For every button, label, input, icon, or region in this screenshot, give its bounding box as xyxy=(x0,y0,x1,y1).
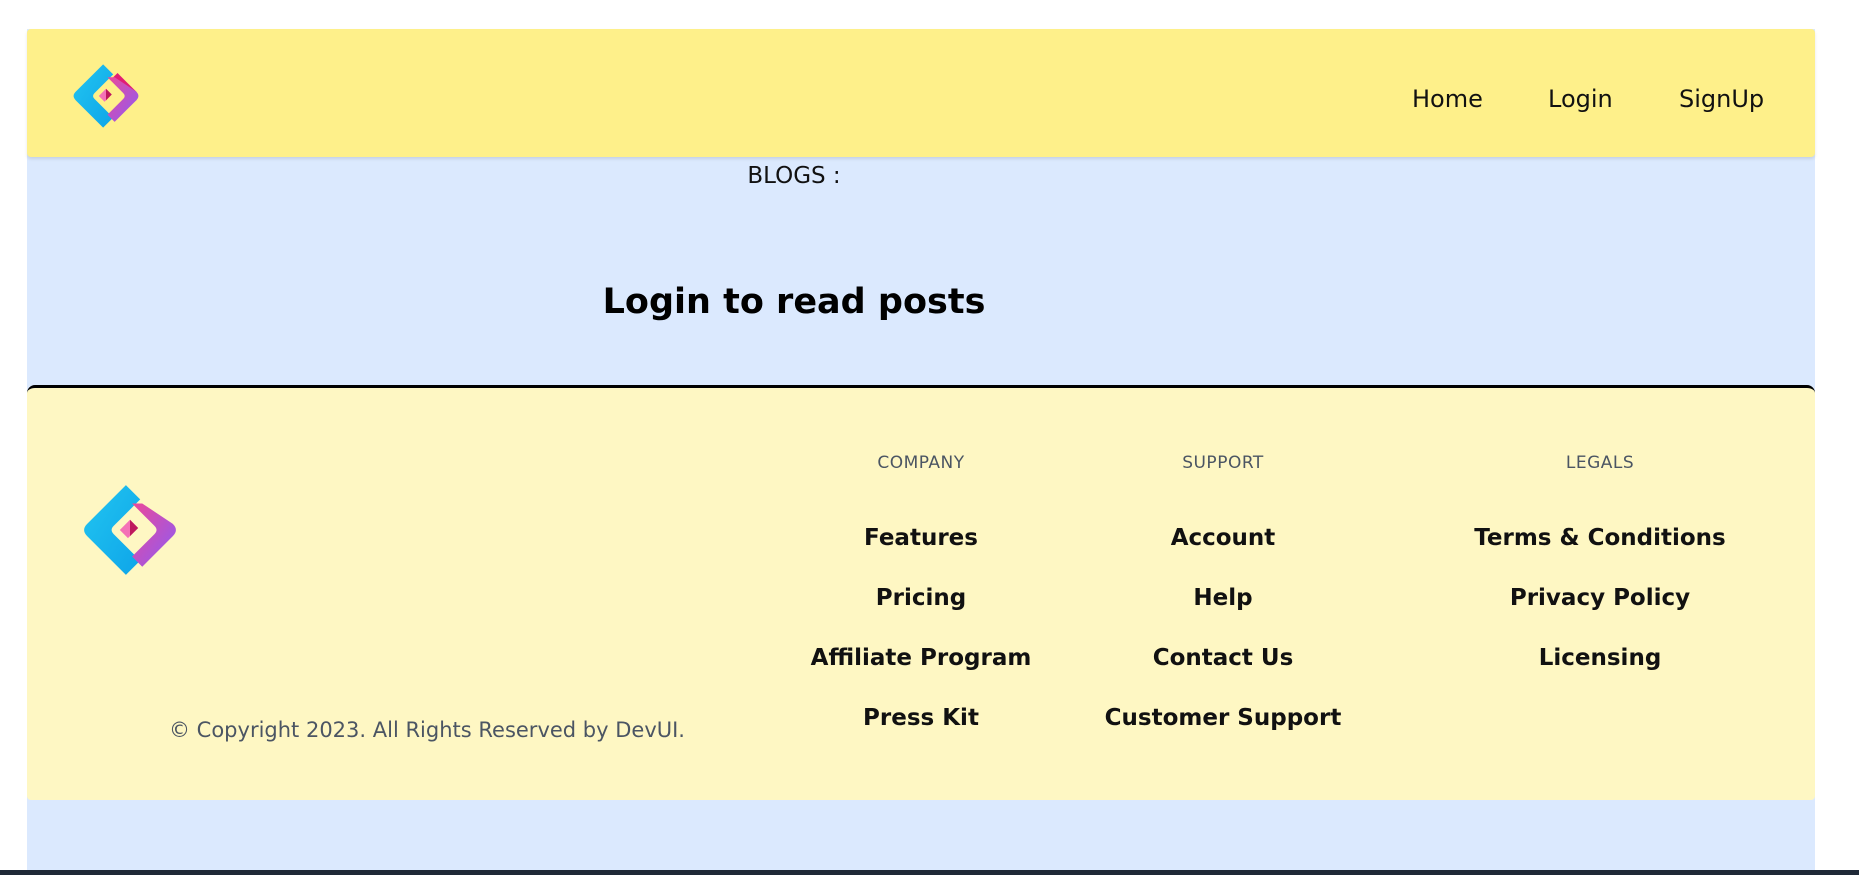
nav-login-link[interactable]: Login xyxy=(1548,85,1613,113)
copyright-text: © Copyright 2023. All Rights Reserved by… xyxy=(169,718,685,742)
app-root: Home Login SignUp BLOGS : Login to read … xyxy=(0,0,1859,875)
footer-link-customer-support[interactable]: Customer Support xyxy=(1073,704,1373,764)
footer-link-pricing[interactable]: Pricing xyxy=(771,584,1071,644)
footer-link-privacy-policy[interactable]: Privacy Policy xyxy=(1450,584,1750,644)
footer-link-account[interactable]: Account xyxy=(1073,524,1373,584)
devui-logo-icon[interactable] xyxy=(79,479,181,581)
navbar: Home Login SignUp xyxy=(27,29,1815,157)
devui-logo-icon[interactable] xyxy=(70,60,142,132)
footer-link-affiliate-program[interactable]: Affiliate Program xyxy=(771,644,1071,704)
footer-heading-support: SUPPORT xyxy=(1182,453,1264,473)
footer-link-terms-conditions[interactable]: Terms & Conditions xyxy=(1450,524,1750,584)
footer-column-support: SUPPORT Account Help Contact Us Customer… xyxy=(1073,452,1373,764)
footer-link-press-kit[interactable]: Press Kit xyxy=(771,704,1071,764)
footer: © Copyright 2023. All Rights Reserved by… xyxy=(27,385,1815,800)
footer-heading-legals: LEGALS xyxy=(1565,453,1635,473)
footer-column-company: COMPANY Features Pricing Affiliate Progr… xyxy=(771,452,1071,764)
login-prompt-heading: Login to read posts xyxy=(27,282,1815,322)
footer-link-features[interactable]: Features xyxy=(771,524,1071,584)
footer-link-contact-us[interactable]: Contact Us xyxy=(1073,644,1373,704)
login-prompt-text: Login to read posts xyxy=(602,282,986,322)
blogs-label-text: BLOGS : xyxy=(747,163,841,189)
footer-heading-company: COMPANY xyxy=(877,453,965,473)
footer-column-legals: LEGALS Terms & Conditions Privacy Policy… xyxy=(1450,452,1750,704)
footer-link-help[interactable]: Help xyxy=(1073,584,1373,644)
blogs-section-label: BLOGS : xyxy=(27,163,1815,189)
nav-signup-link[interactable]: SignUp xyxy=(1679,85,1764,113)
footer-link-licensing[interactable]: Licensing xyxy=(1450,644,1750,704)
bottom-edge-bar xyxy=(0,870,1859,875)
nav-home-link[interactable]: Home xyxy=(1412,85,1483,113)
top-spacer xyxy=(27,0,1815,29)
